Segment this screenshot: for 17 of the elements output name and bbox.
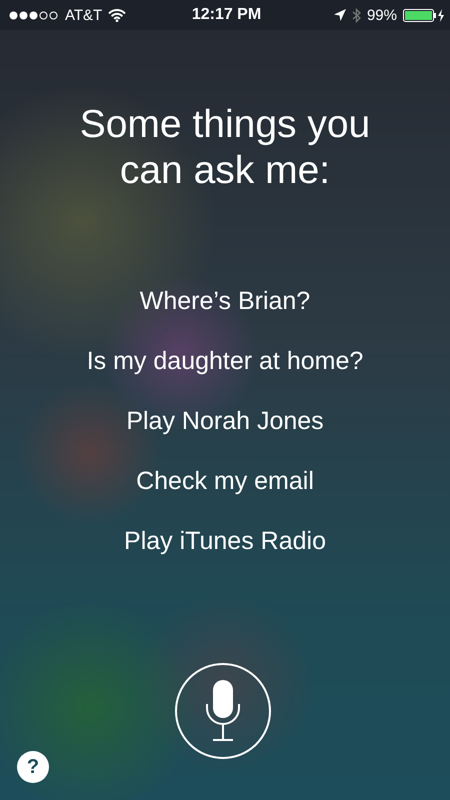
battery-charging-icon [403, 8, 444, 22]
battery-percentage: 99% [366, 6, 397, 24]
location-arrow-icon [334, 9, 346, 21]
suggestion-text: Is my daughter at home? [86, 346, 364, 377]
suggestion-text: Play Norah Jones [126, 406, 324, 437]
help-button[interactable]: ? [17, 751, 49, 783]
clock-time: 12:17 PM [192, 6, 262, 24]
suggestion-text: Play iTunes Radio [124, 526, 326, 557]
microphone-icon [204, 678, 242, 744]
signal-icon [9, 10, 59, 20]
carrier-name: AT&T [65, 6, 102, 24]
prompt-heading: Some things you can ask me: [78, 102, 372, 194]
wifi-icon [108, 8, 126, 22]
suggestion-text: Where’s Brian? [140, 286, 310, 317]
suggestion-text: Check my email [136, 466, 314, 497]
microphone-button[interactable] [175, 663, 271, 759]
bluetooth-icon [352, 8, 361, 22]
